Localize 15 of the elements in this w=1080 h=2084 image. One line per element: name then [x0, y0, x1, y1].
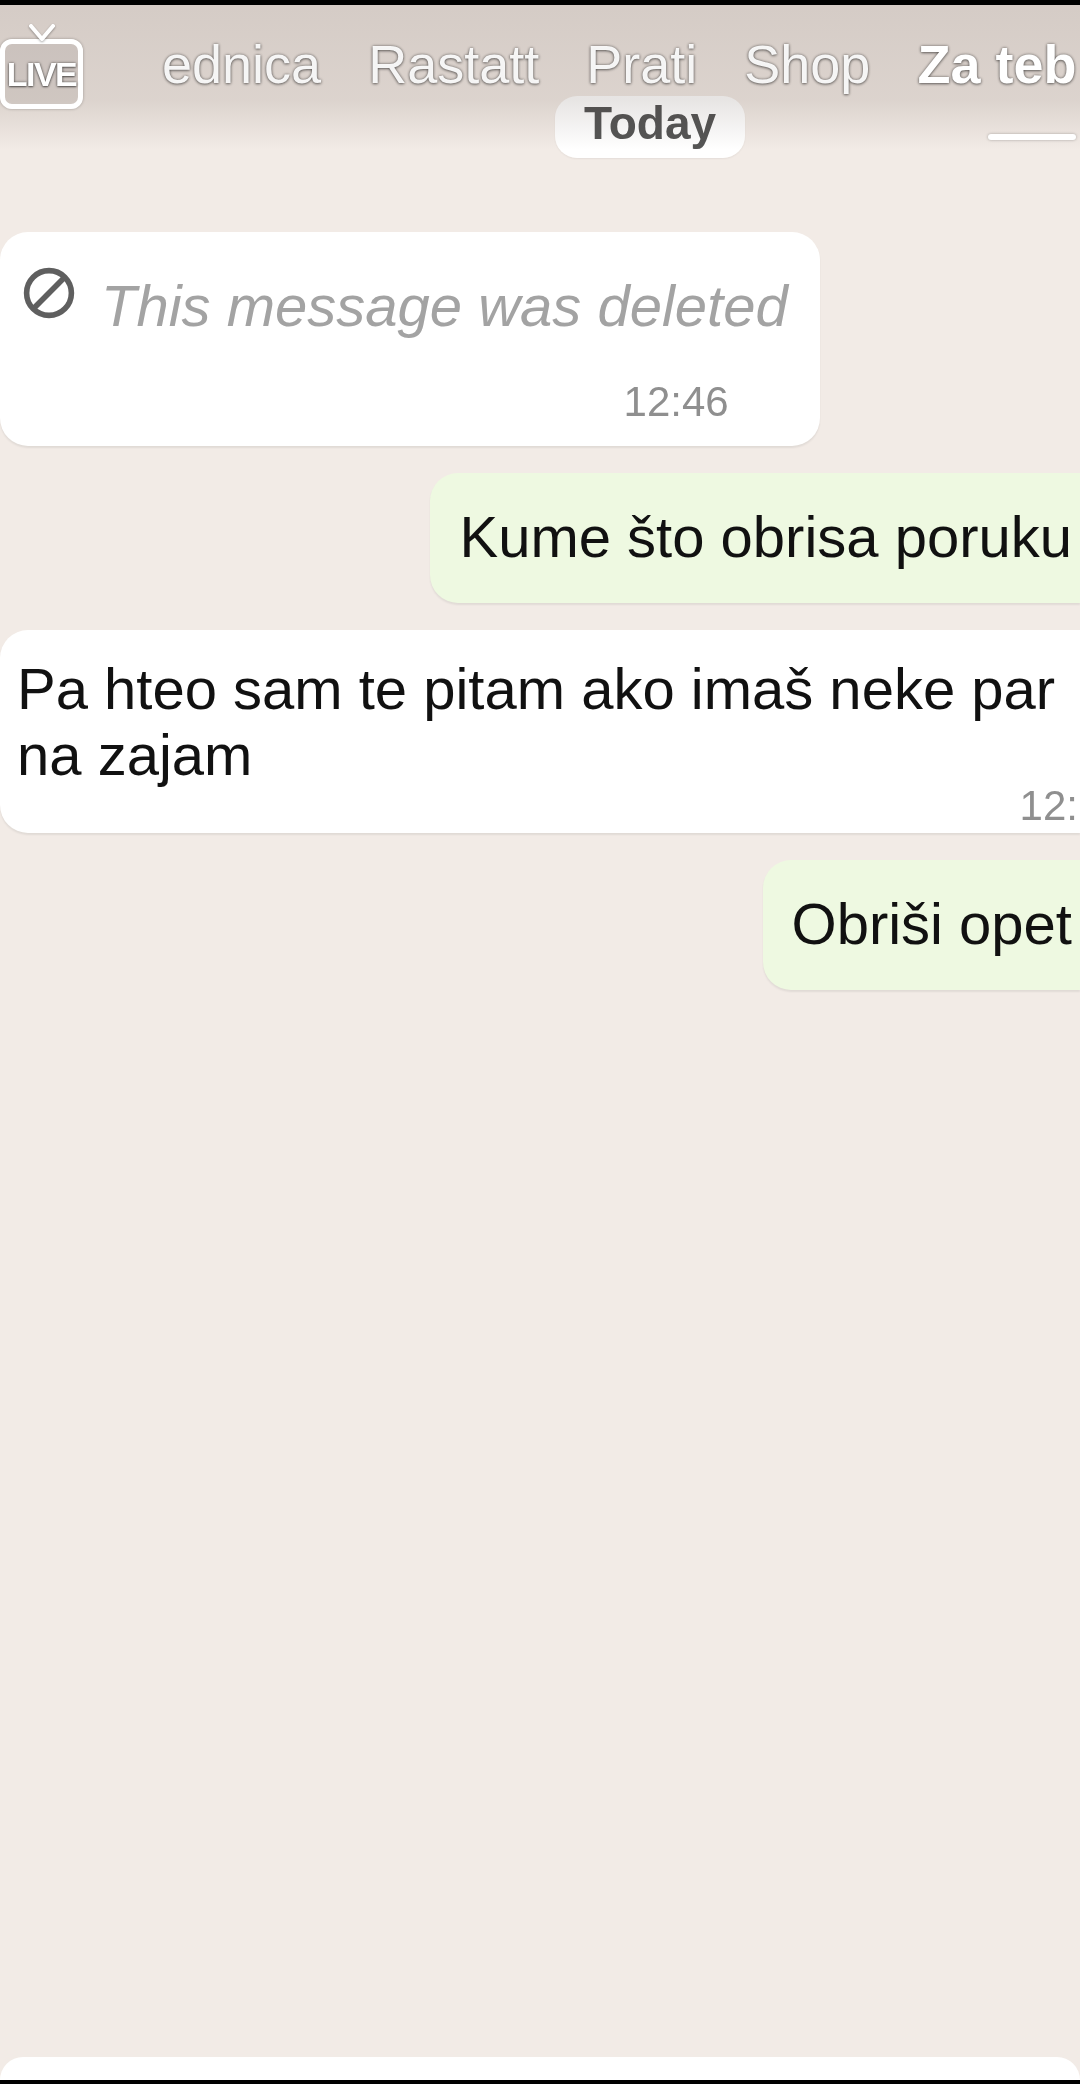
feed-tab[interactable]: ednica — [162, 33, 322, 96]
deleted-message-text: This message was deleted — [101, 272, 788, 340]
message-time: 12:46 — [623, 377, 729, 427]
ban-icon — [21, 265, 77, 321]
message-text: Obriši opet — [791, 890, 1072, 958]
feed-tab[interactable]: Prati — [586, 33, 698, 96]
message-time: 12: — [1019, 788, 1078, 824]
live-button[interactable]: LIVE — [0, 39, 83, 109]
feed-tab[interactable]: Rastatt — [368, 33, 540, 96]
feed-tab[interactable]: Za teb — [917, 33, 1077, 96]
message-text: Kume što obrisa poruku — [459, 503, 1072, 571]
feed-tab[interactable]: Shop — [744, 33, 871, 96]
message-text: Pa hteo sam te pitam ako imaš neke par na zajam — [17, 656, 1056, 788]
date-chip: Today — [555, 96, 746, 158]
antenna-icon — [26, 24, 57, 41]
